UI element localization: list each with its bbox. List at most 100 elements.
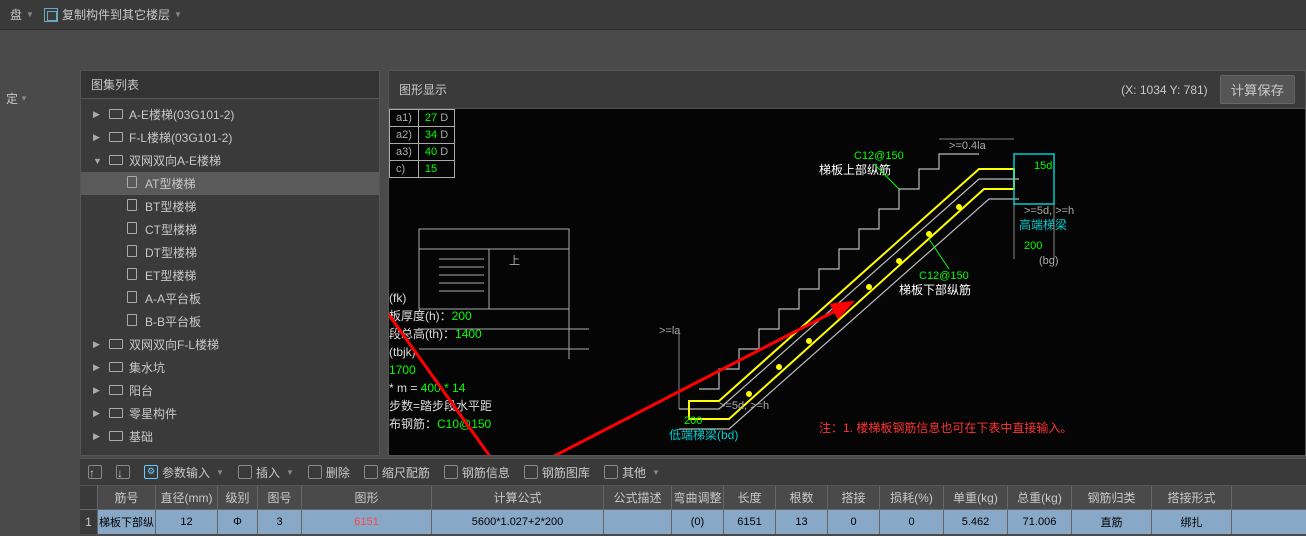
chevron-down-icon: ▼ — [174, 10, 182, 19]
svg-text:(bg): (bg) — [1039, 255, 1059, 267]
tree-item-0[interactable]: ▶A-E楼梯(03G101-2) — [81, 103, 379, 126]
cad-note: 注：1. 楼梯板钢筋信息也可在下表中直接输入。 — [819, 419, 1072, 436]
column-header[interactable]: 损耗(%) — [880, 486, 944, 509]
insert-button[interactable]: 插入 ▼ — [238, 464, 294, 481]
column-header[interactable]: 图形 — [302, 486, 432, 509]
svg-text:200: 200 — [684, 415, 702, 427]
table-cell[interactable]: 0 — [880, 510, 944, 534]
table-cell[interactable] — [604, 510, 672, 534]
column-header[interactable]: 筋号 — [98, 486, 156, 509]
tree-item-label: ET型楼梯 — [145, 267, 196, 284]
table-cell[interactable]: 5600*1.027+2*200 — [432, 510, 604, 534]
tree-item-label: B-B平台板 — [145, 313, 201, 330]
rebar-lib-button[interactable]: 钢筋图库 — [524, 464, 590, 481]
tree-item-label: A-E楼梯(03G101-2) — [129, 106, 234, 123]
table-cell[interactable]: 5.462 — [944, 510, 1008, 534]
document-icon — [125, 314, 139, 329]
tree-item-5[interactable]: CT型楼梯 — [81, 218, 379, 241]
svg-text:200: 200 — [1024, 240, 1042, 252]
svg-text:>=5d, >=h: >=5d, >=h — [719, 400, 769, 412]
tree-caret-icon: ▶ — [93, 132, 103, 143]
tree-item-label: DT型楼梯 — [145, 244, 197, 261]
table-cell[interactable]: 梯板下部纵 — [98, 510, 156, 534]
main-panels: 图集列表 ▶A-E楼梯(03G101-2)▶F-L楼梯(03G101-2)▼双网… — [80, 70, 1306, 456]
tree-item-10[interactable]: ▶双网双向F-L楼梯 — [81, 333, 379, 356]
svg-text:>=la: >=la — [659, 325, 681, 337]
delete-button[interactable]: 删除 — [308, 464, 350, 481]
folder-icon — [109, 108, 123, 122]
tree-item-label: 集水坑 — [129, 359, 165, 376]
tree-item-8[interactable]: A-A平台板 — [81, 287, 379, 310]
column-header[interactable]: 钢筋归类 — [1072, 486, 1152, 509]
graphic-header: 图形显示 (X: 1034 Y: 781) 计算保存 — [389, 71, 1305, 109]
column-header[interactable]: 级别 — [218, 486, 258, 509]
column-header[interactable]: 计算公式 — [432, 486, 604, 509]
column-header[interactable]: 长度 — [724, 486, 776, 509]
table-cell[interactable]: 6151 — [724, 510, 776, 534]
other-button[interactable]: 其他▼ — [604, 464, 660, 481]
tree-item-7[interactable]: ET型楼梯 — [81, 264, 379, 287]
svg-text:上: 上 — [509, 254, 520, 267]
table-cell[interactable]: 直筋 — [1072, 510, 1152, 534]
other-icon — [604, 465, 618, 479]
rebar-lib-icon — [524, 465, 538, 479]
toolbar-label: 钢筋图库 — [542, 464, 590, 481]
chevron-down-icon: ▼ — [26, 10, 34, 19]
toolbar-label: 缩尺配筋 — [382, 464, 430, 481]
folder-icon — [109, 338, 123, 352]
tree-item-label: CT型楼梯 — [145, 221, 197, 238]
toolbar-label: 插入 — [256, 464, 280, 481]
tree-item-4[interactable]: BT型楼梯 — [81, 195, 379, 218]
table-cell[interactable]: (0) — [672, 510, 724, 534]
column-header[interactable]: 弯曲调整 — [672, 486, 724, 509]
table-cell[interactable]: 绑扎 — [1152, 510, 1232, 534]
table-cell[interactable]: 12 — [156, 510, 218, 534]
tree-item-6[interactable]: DT型楼梯 — [81, 241, 379, 264]
column-header[interactable]: 总重(kg) — [1008, 486, 1072, 509]
table-cell[interactable]: 3 — [258, 510, 302, 534]
table-cell[interactable]: 0 — [828, 510, 880, 534]
tree-item-12[interactable]: ▶阳台 — [81, 379, 379, 402]
column-header[interactable]: 公式描述 — [604, 486, 672, 509]
tree-item-13[interactable]: ▶零星构件 — [81, 402, 379, 425]
column-header[interactable]: 搭接 — [828, 486, 880, 509]
scale-rebar-button[interactable]: 缩尺配筋 — [364, 464, 430, 481]
copy-label: 复制构件到其它楼层 — [62, 6, 170, 23]
column-header[interactable]: 根数 — [776, 486, 828, 509]
table-cell[interactable]: Φ — [218, 510, 258, 534]
calc-save-button[interactable]: 计算保存 — [1220, 75, 1295, 104]
cad-viewport[interactable]: a1)27 Da2)34 Da3)40 Dc)15 (fk)板厚度(h)：200… — [389, 109, 1305, 455]
chevron-down-icon: ▼ — [216, 468, 224, 477]
move-down-button[interactable]: ↓ — [116, 465, 130, 479]
tree-item-11[interactable]: ▶ 集水坑 — [81, 356, 379, 379]
tree-item-2[interactable]: ▼双网双向A-E楼梯 — [81, 149, 379, 172]
column-header[interactable]: 图号 — [258, 486, 302, 509]
toolbar-label: 参数输入 — [162, 464, 210, 481]
table-row[interactable]: 1 梯板下部纵12Φ361515600*1.027+2*200(0)615113… — [80, 510, 1306, 534]
disk-menu[interactable]: 盘 ▼ — [10, 6, 34, 23]
copy-component-menu[interactable]: 复制构件到其它楼层 ▼ — [44, 6, 182, 23]
rebar-info-button[interactable]: 钢筋信息 — [444, 464, 510, 481]
column-header[interactable]: 单重(kg) — [944, 486, 1008, 509]
chevron-down-icon: ▼ — [652, 468, 660, 477]
tree-caret-icon: ▶ — [93, 362, 103, 373]
tree-item-3[interactable]: AT型楼梯 — [81, 172, 379, 195]
left-setting-menu[interactable]: 定 ▼ — [0, 86, 34, 111]
svg-text:>=5d, >=h: >=5d, >=h — [1024, 205, 1074, 217]
chevron-down-icon: ▼ — [20, 94, 28, 103]
document-icon — [125, 222, 139, 237]
chevron-down-icon: ▼ — [286, 468, 294, 477]
tree-caret-icon: ▶ — [93, 385, 103, 396]
tree-item-label: A-A平台板 — [145, 290, 201, 307]
move-up-button[interactable]: ↑ — [88, 465, 102, 479]
column-header[interactable]: 直径(mm) — [156, 486, 218, 509]
tree-item-1[interactable]: ▶F-L楼梯(03G101-2) — [81, 126, 379, 149]
tree-item-14[interactable]: ▶基础 — [81, 425, 379, 448]
column-header[interactable]: 搭接形式 — [1152, 486, 1232, 509]
folder-icon — [109, 384, 123, 398]
param-input-button[interactable]: ⚙参数输入▼ — [144, 464, 224, 481]
table-cell[interactable]: 13 — [776, 510, 828, 534]
table-cell[interactable]: 71.006 — [1008, 510, 1072, 534]
tree-item-9[interactable]: B-B平台板 — [81, 310, 379, 333]
table-cell[interactable]: 6151 — [302, 510, 432, 534]
